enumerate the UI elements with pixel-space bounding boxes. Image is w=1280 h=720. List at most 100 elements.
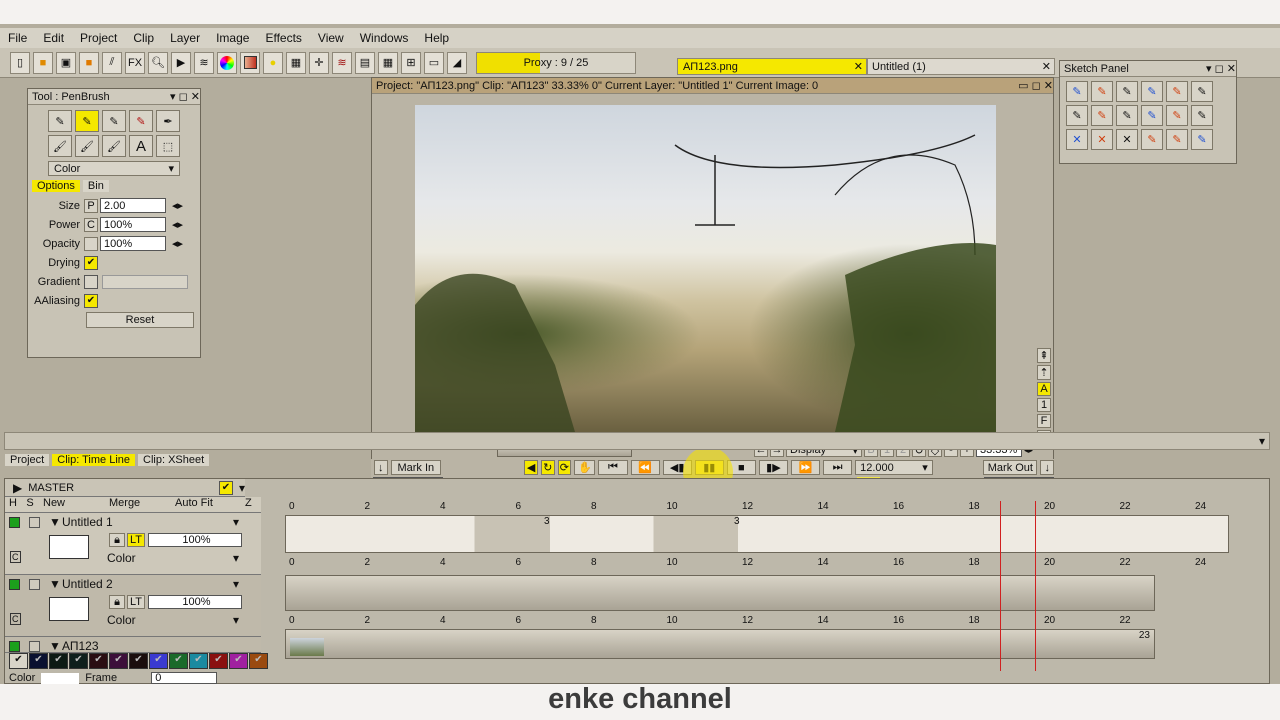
rewind-icon[interactable]: ⏪ — [630, 460, 660, 475]
gradient-checkbox[interactable] — [84, 274, 98, 289]
sketch-tool-icon[interactable]: ✎ — [1091, 81, 1113, 102]
chevron-down-icon[interactable]: ▾ — [1259, 434, 1265, 448]
first-frame-icon[interactable]: ⏮ — [598, 460, 628, 475]
menu-image[interactable]: Image — [208, 31, 257, 45]
expand-icon[interactable]: ▼ — [49, 639, 61, 653]
stepper-icon[interactable]: ◂▸ — [172, 199, 183, 212]
menu-layer[interactable]: Layer — [162, 31, 208, 45]
palette-swatch[interactable]: ✔ — [49, 653, 68, 669]
save-icon[interactable]: ▣ — [56, 51, 76, 74]
tab-bin[interactable]: Bin — [82, 180, 109, 192]
menu-clip[interactable]: Clip — [125, 31, 162, 45]
sketch-tool-icon[interactable]: ✎ — [1191, 81, 1213, 102]
chevron-down-icon[interactable]: ▾ — [239, 481, 245, 495]
merge-dropdown[interactable]: Merge — [105, 497, 171, 512]
pressure-toggle[interactable]: C — [84, 217, 98, 232]
layer-mode-dropdown[interactable]: Color — [107, 613, 136, 627]
light-table-toggle[interactable]: LT — [127, 533, 145, 547]
marker-tool-icon[interactable]: ✎ — [102, 110, 126, 132]
chevron-down-icon[interactable]: ▾ — [233, 515, 239, 529]
loop-icon[interactable]: ↻ — [540, 460, 555, 475]
select-tool-icon[interactable]: ⬚ — [156, 135, 180, 157]
film-icon[interactable]: ▤ — [355, 51, 375, 74]
stepper-icon[interactable]: ◂▸ — [172, 237, 183, 250]
sketch-tool-icon[interactable]: ✎ — [1116, 105, 1138, 126]
sketch-tool-icon[interactable]: ✕ — [1091, 129, 1113, 150]
solo-toggle[interactable] — [29, 641, 40, 652]
sound-icon[interactable]: ◀ — [524, 460, 538, 475]
contrast-icon[interactable]: ◢ — [447, 51, 467, 74]
panel-controls-icon[interactable]: ▾ ◻ ✕ — [170, 90, 200, 103]
layers-icon[interactable]: ≋ — [194, 51, 214, 74]
layer-opacity[interactable]: 100% — [148, 595, 242, 609]
palette-swatch[interactable]: ✔ — [189, 653, 208, 669]
palette-swatch[interactable]: ✔ — [169, 653, 188, 669]
sketch-tool-icon[interactable]: ✕ — [1116, 129, 1138, 150]
side-button-1[interactable]: 1 — [1037, 398, 1051, 412]
fps-dropdown[interactable]: 12.000 ▾ — [855, 460, 933, 475]
tab-options[interactable]: Options — [32, 180, 80, 192]
play-icon[interactable]: ▶ — [171, 51, 191, 74]
master-checkbox[interactable]: ✔ — [218, 480, 233, 495]
layer-track[interactable] — [285, 575, 1155, 611]
pressure-toggle[interactable]: P — [84, 198, 98, 213]
light-table-toggle[interactable]: LT — [127, 595, 145, 609]
visibility-toggle[interactable] — [9, 517, 20, 528]
visibility-toggle[interactable] — [9, 579, 20, 590]
menu-help[interactable]: Help — [416, 31, 457, 45]
side-button-f[interactable]: F — [1037, 414, 1051, 428]
panel-controls-icon[interactable]: ▾ ◻ ✕ — [1206, 62, 1236, 75]
grid-icon[interactable]: ▦ — [286, 51, 306, 74]
mark-out-button[interactable]: Mark Out — [983, 460, 1038, 475]
sketch-tool-icon[interactable]: ✎ — [1091, 105, 1113, 126]
sketch-tool-icon[interactable]: ✕ — [1066, 129, 1088, 150]
palette-swatch[interactable]: ✔ — [229, 653, 248, 669]
palette-swatch[interactable]: ✔ — [149, 653, 168, 669]
palette-swatch[interactable]: ✔ — [109, 653, 128, 669]
gradient-icon[interactable] — [240, 51, 260, 74]
power-input[interactable]: 100% — [100, 217, 166, 232]
menu-windows[interactable]: Windows — [352, 31, 417, 45]
opacity-input[interactable]: 100% — [100, 236, 166, 251]
tab-xsheet[interactable]: Clip: XSheet — [138, 454, 210, 466]
c-icon[interactable]: C — [10, 613, 21, 625]
tab-timeline[interactable]: Clip: Time Line — [52, 454, 136, 466]
penbrush-tool-icon[interactable]: ✎ — [75, 110, 99, 132]
solo-toggle[interactable] — [29, 579, 40, 590]
sketch-tool-icon[interactable]: ✎ — [1191, 129, 1213, 150]
table-icon[interactable]: ▦ — [378, 51, 398, 74]
expand-icon[interactable]: ▼ — [49, 515, 61, 529]
menu-project[interactable]: Project — [72, 31, 125, 45]
layer-name[interactable]: АП123 — [62, 639, 99, 653]
tab-project[interactable]: Project — [5, 454, 50, 466]
layer-opacity[interactable]: 100% — [148, 533, 242, 547]
aaliasing-checkbox[interactable]: ✔ — [84, 293, 98, 308]
reset-button[interactable]: Reset — [86, 312, 194, 328]
brush-tools-icon[interactable]: ⫽ — [102, 51, 122, 74]
arrow-down-icon[interactable]: ↓ — [374, 460, 388, 475]
mark-in-button[interactable]: Mark In — [390, 460, 441, 475]
menu-file[interactable]: File — [0, 31, 35, 45]
autofit-dropdown[interactable]: Auto Fit — [171, 497, 245, 512]
sketch-tool-icon[interactable]: ✎ — [1116, 81, 1138, 102]
new-doc-icon[interactable]: ▯ — [10, 51, 30, 74]
palette-check-icon[interactable]: ✔ — [9, 653, 28, 669]
step-forward-icon[interactable]: ▮▶ — [758, 460, 788, 475]
hand-icon[interactable]: ✋ — [574, 460, 596, 475]
pencil-tool-icon[interactable]: ✎ — [48, 110, 72, 132]
side-button-a[interactable]: A — [1037, 382, 1051, 396]
stepper-icon[interactable]: ◂▸ — [172, 218, 183, 231]
pressure-toggle[interactable] — [84, 236, 98, 251]
scroll-up-icon[interactable]: ⇞ — [1037, 348, 1051, 363]
layer-name[interactable]: Untitled 2 — [62, 577, 113, 591]
expand-icon[interactable]: ▼ — [49, 577, 61, 591]
brush-tool-icon[interactable]: 🖌︎ — [48, 135, 72, 157]
fast-forward-icon[interactable]: ⏩ — [790, 460, 821, 475]
pen-tool-icon[interactable]: ✒ — [156, 110, 180, 132]
layer-row[interactable]: ▼ Untitled 1 ▾ C 🔒︎ LT 100% Color ▾ — [5, 513, 261, 575]
solo-toggle[interactable] — [29, 517, 40, 528]
menu-edit[interactable]: Edit — [35, 31, 72, 45]
size-input[interactable]: 2.00 — [100, 198, 166, 213]
palette-swatch[interactable]: ✔ — [29, 653, 48, 669]
stack-icon[interactable]: ≋ — [332, 51, 352, 74]
